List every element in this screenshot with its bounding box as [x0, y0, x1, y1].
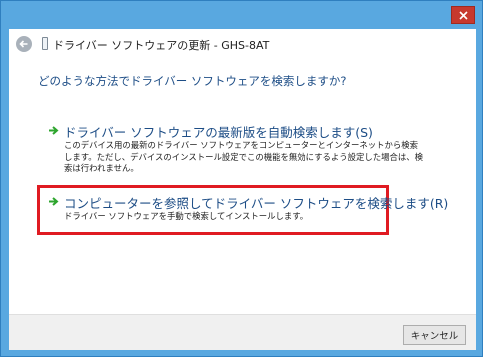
- green-arrow-icon: [49, 197, 59, 206]
- option-auto-search-description: このデバイス用の最新のドライバー ソフトウェアをコンピューターとインターネットか…: [64, 140, 423, 173]
- option-browse-computer[interactable]: コンピューターを参照してドライバー ソフトウェアを検索します(R) ドライバー …: [38, 193, 468, 237]
- option-browse-computer-title[interactable]: コンピューターを参照してドライバー ソフトウェアを検索します(R): [64, 193, 448, 212]
- page-question: どのような方法でドライバー ソフトウェアを検索しますか?: [38, 74, 347, 88]
- nav-row: ドライバー ソフトウェアの更新 - GHS-8AT: [9, 29, 476, 59]
- dialog-footer: キャンセル: [9, 314, 476, 350]
- device-icon: [42, 37, 48, 50]
- dialog-window-frame: ドライバー ソフトウェアの更新 - GHS-8AT どのような方法でドライバー …: [0, 0, 483, 357]
- close-button[interactable]: [451, 6, 475, 24]
- title-bar[interactable]: [1, 1, 483, 29]
- cancel-button[interactable]: キャンセル: [403, 325, 466, 345]
- option-auto-search-title[interactable]: ドライバー ソフトウェアの最新版を自動検索します(S): [64, 122, 373, 141]
- dialog-client-area: ドライバー ソフトウェアの更新 - GHS-8AT どのような方法でドライバー …: [9, 29, 476, 350]
- back-arrow-icon: [19, 40, 28, 48]
- option-browse-computer-description: ドライバー ソフトウェアを手動で検索してインストールします。: [64, 211, 309, 221]
- window-title: ドライバー ソフトウェアの更新 - GHS-8AT: [53, 39, 270, 52]
- green-arrow-icon: [49, 126, 59, 135]
- option-auto-search[interactable]: ドライバー ソフトウェアの最新版を自動検索します(S) このデバイス用の最新のド…: [38, 122, 468, 173]
- back-button[interactable]: [16, 36, 32, 52]
- close-icon: [458, 10, 468, 20]
